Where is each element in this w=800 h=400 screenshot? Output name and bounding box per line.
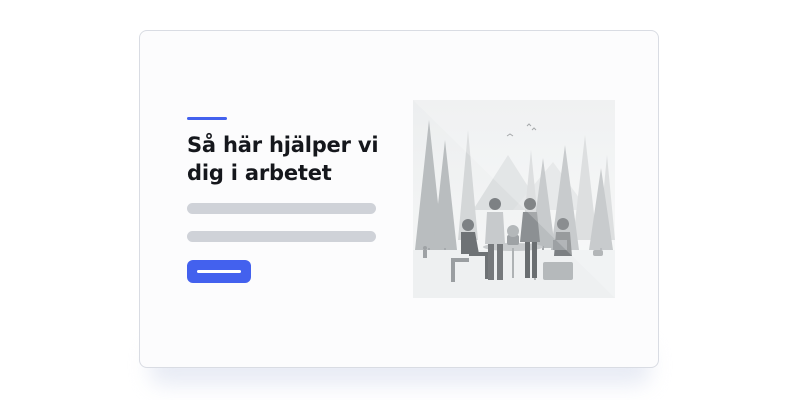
page-stage: Så här hjälper vi dig i arbetet <box>0 0 800 400</box>
plant-leaves <box>507 225 519 237</box>
text-placeholder-bar <box>187 203 376 214</box>
heading-accent-line <box>187 117 227 120</box>
text-placeholder-bar <box>187 231 376 242</box>
feature-card: Så här hjälper vi dig i arbetet <box>139 30 659 368</box>
team-meeting-illustration <box>413 100 615 298</box>
button-label-placeholder <box>197 270 241 273</box>
cta-button[interactable] <box>187 260 251 283</box>
card-heading: Så här hjälper vi dig i arbetet <box>187 133 379 185</box>
